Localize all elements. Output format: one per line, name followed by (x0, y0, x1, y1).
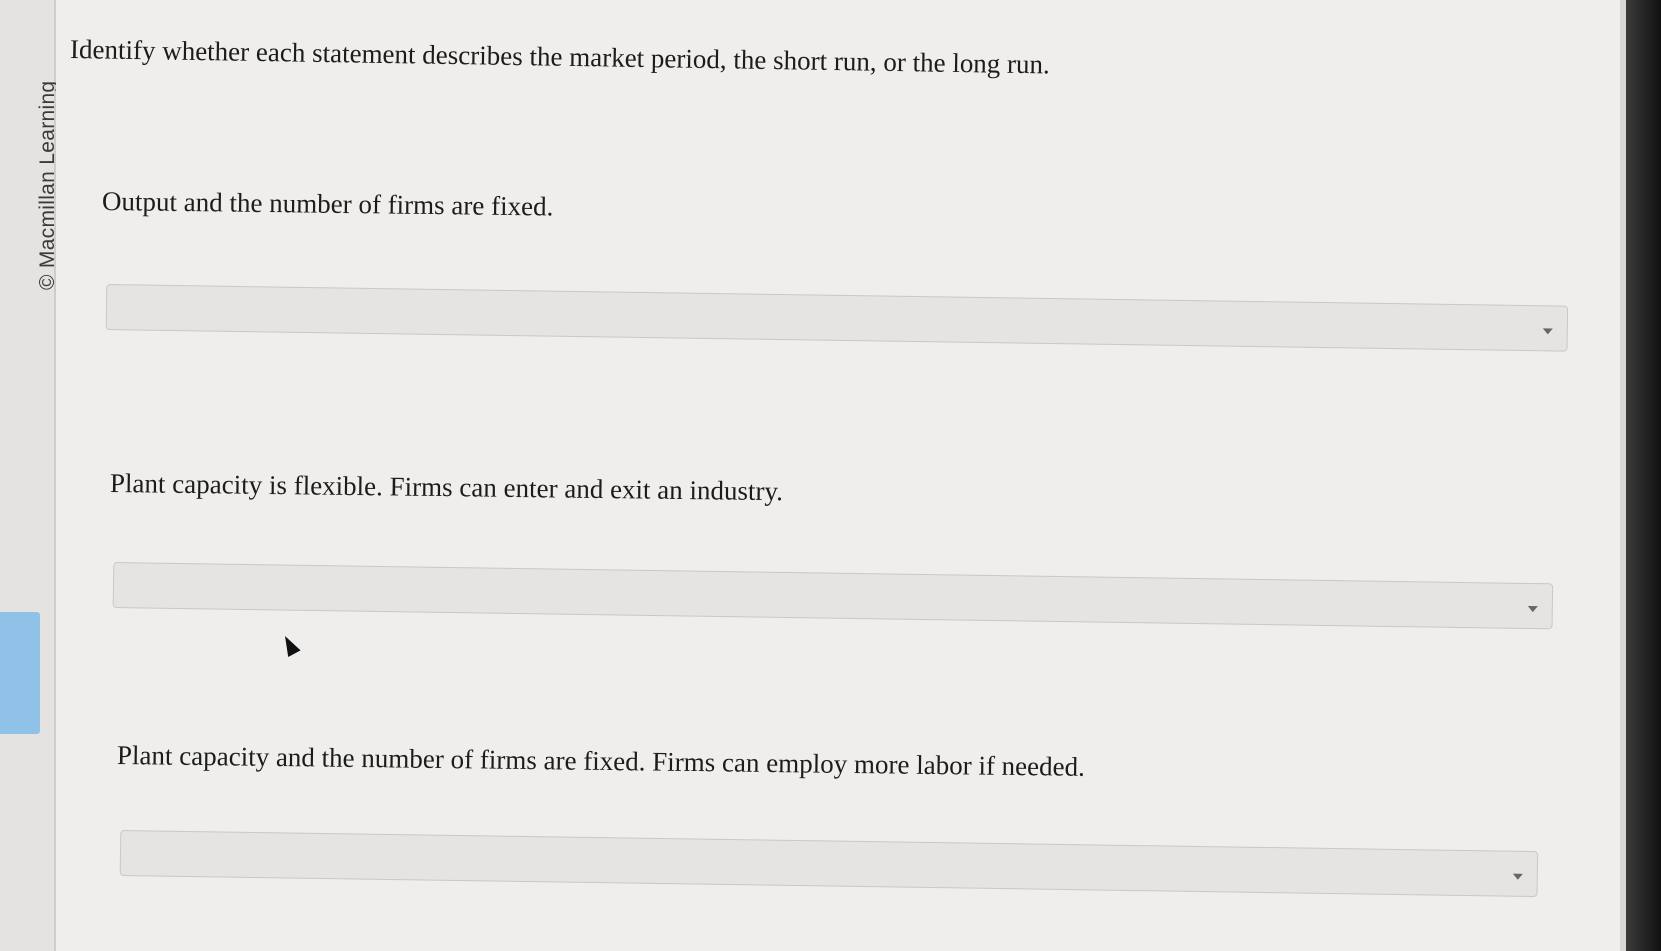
screen: © Macmillan Learning Identify whether ea… (0, 0, 1661, 951)
left-rail: © Macmillan Learning (0, 0, 59, 951)
chevron-down-icon (1542, 328, 1553, 335)
sidebar-tab[interactable] (0, 612, 40, 734)
chevron-down-icon (1527, 605, 1538, 613)
statement-1: Output and the number of firms are fixed… (101, 186, 554, 222)
monitor-edge (1626, 0, 1661, 951)
chevron-down-icon (1512, 873, 1523, 880)
